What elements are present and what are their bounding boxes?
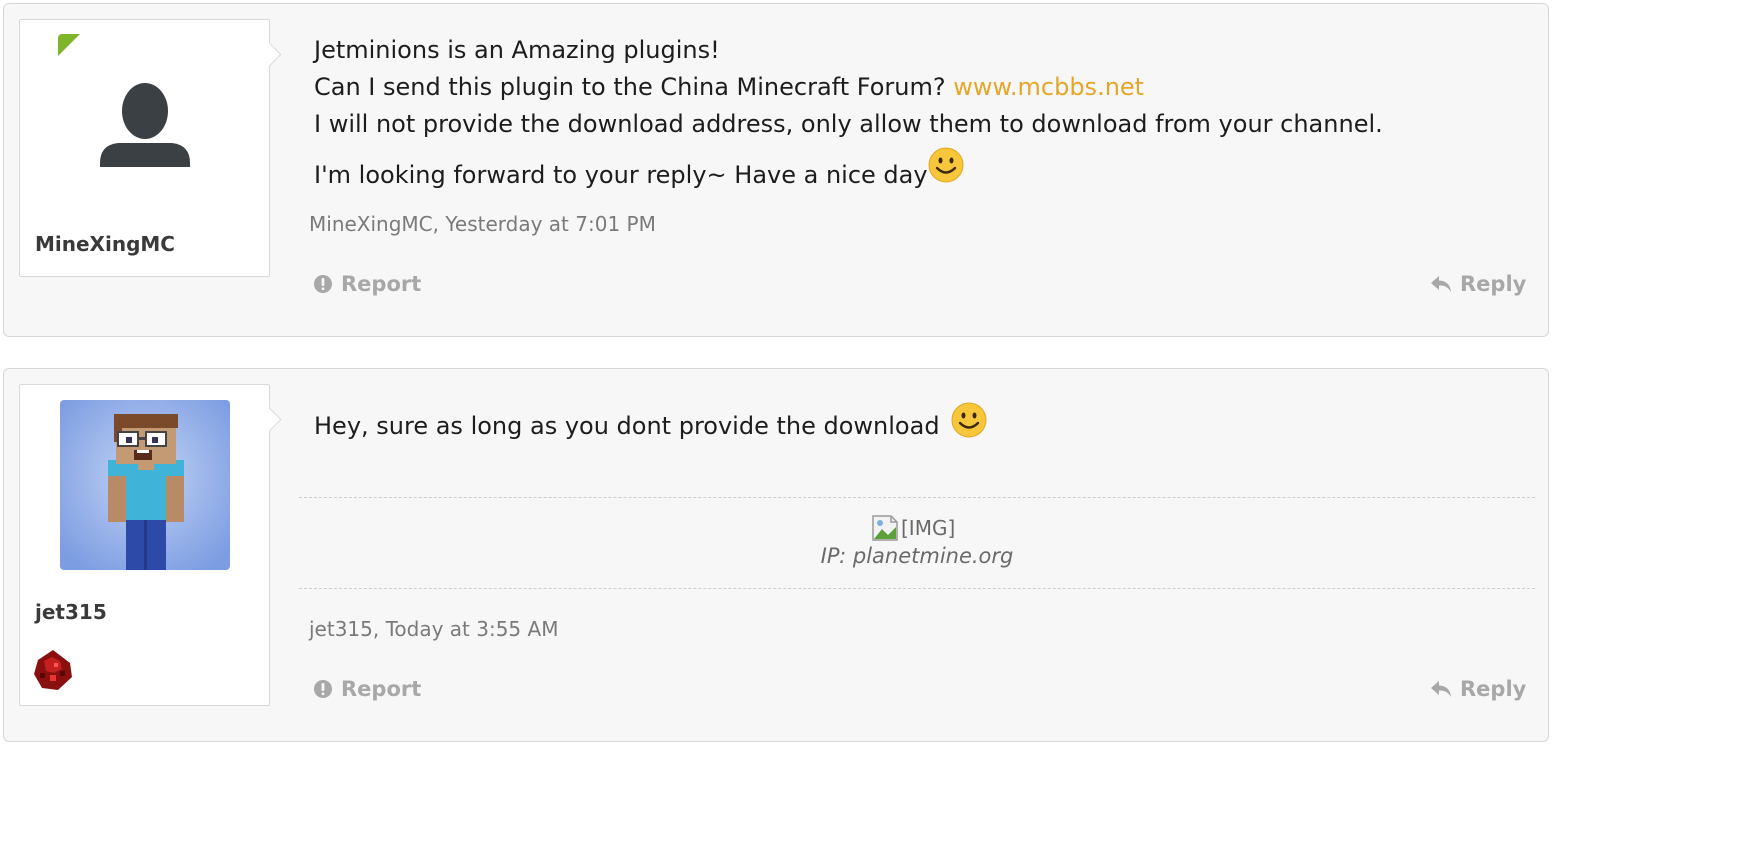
message-line: I will not provide the download address,… [314,106,1383,143]
user-card: MineXingMC [19,19,270,277]
new-post-indicator [58,34,80,56]
post-meta[interactable]: MineXingMC, Yesterday at 7:01 PM [309,212,656,236]
message-text: Jetminions is an Amazing plugins! [314,36,720,64]
avatar[interactable] [60,400,230,570]
message-body: Jetminions is an Amazing plugins! Can I … [314,32,1383,194]
image-alt-text: [IMG] [901,516,956,540]
message-post: MineXingMC Jetminions is an Amazing plug… [3,3,1549,337]
report-label: Report [341,272,422,296]
broken-image-icon [872,515,898,541]
message-line: Can I send this plugin to the China Mine… [314,69,1383,106]
message-post: jet315 Hey, sure as long as you dont pro… [3,368,1549,742]
broken-image[interactable]: [IMG] [871,514,955,542]
user-card: jet315 [19,384,270,706]
user-silhouette-icon[interactable] [100,75,190,167]
minecraft-character-avatar [60,400,230,570]
message-text: Can I send this plugin to the China Mine… [314,73,954,101]
message-text: I'm looking forward to your reply~ Have … [314,161,928,189]
report-button[interactable]: Report [313,677,421,701]
message-line: Hey, sure as long as you dont provide th… [314,402,987,445]
smiley-face-icon [951,402,987,438]
username[interactable]: MineXingMC [35,232,175,256]
reply-button[interactable]: Reply [1430,677,1526,701]
reply-label: Reply [1460,677,1527,701]
redstone-dust-icon[interactable] [30,647,76,693]
exclamation-circle-icon [314,275,332,293]
reply-button[interactable]: Reply [1430,272,1526,296]
exclamation-circle-icon [314,680,332,698]
username[interactable]: jet315 [35,600,107,624]
reply-arrow-icon [1431,681,1451,697]
message-body: Hey, sure as long as you dont provide th… [314,402,987,445]
smiley-face-icon [928,147,964,183]
message-line: Jetminions is an Amazing plugins! [314,32,1383,69]
message-text: Hey, sure as long as you dont provide th… [314,412,948,440]
message-line: I'm looking forward to your reply~ Have … [314,147,1383,194]
reply-arrow-icon [1431,276,1451,292]
user-signature: [IMG] IP: planetmine.org [299,497,1535,589]
signature-ip-text: IP: planetmine.org [820,544,1014,568]
forum-link[interactable]: www.mcbbs.net [953,73,1144,101]
report-button[interactable]: Report [313,272,421,296]
message-text: I will not provide the download address,… [314,110,1383,138]
post-meta[interactable]: jet315, Today at 3:55 AM [309,617,558,641]
report-label: Report [341,677,422,701]
reply-label: Reply [1460,272,1527,296]
